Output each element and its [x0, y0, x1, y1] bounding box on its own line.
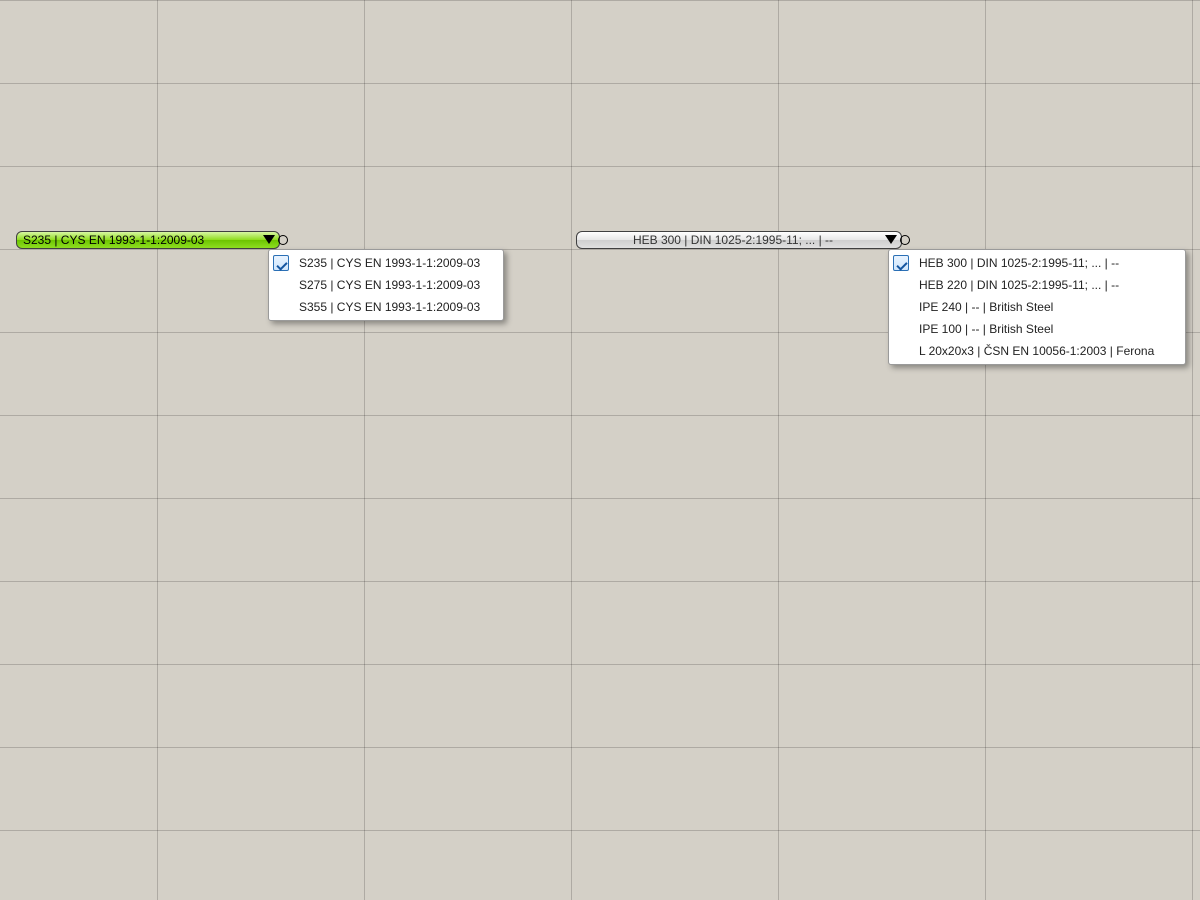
- section-node-handle[interactable]: [900, 235, 910, 245]
- section-option-label: HEB 300 | DIN 1025-2:1995-11; ... | --: [919, 256, 1119, 270]
- section-option[interactable]: HEB 300 | DIN 1025-2:1995-11; ... | --: [891, 252, 1183, 274]
- chevron-down-icon: [263, 235, 275, 244]
- section-option[interactable]: IPE 240 | -- | British Steel: [891, 296, 1183, 318]
- material-option-label: S235 | CYS EN 1993-1-1:2009-03: [299, 256, 480, 270]
- section-option-label: IPE 100 | -- | British Steel: [919, 322, 1053, 336]
- check-icon: [273, 255, 289, 271]
- material-option[interactable]: S275 | CYS EN 1993-1-1:2009-03: [271, 274, 501, 296]
- canvas-grid[interactable]: [0, 0, 1200, 900]
- section-dropdown[interactable]: HEB 300 | DIN 1025-2:1995-11; ... | --: [576, 231, 902, 249]
- section-option-label: HEB 220 | DIN 1025-2:1995-11; ... | --: [919, 278, 1119, 292]
- material-option[interactable]: S355 | CYS EN 1993-1-1:2009-03: [271, 296, 501, 318]
- material-option-label: S275 | CYS EN 1993-1-1:2009-03: [299, 278, 480, 292]
- section-dropdown-menu: HEB 300 | DIN 1025-2:1995-11; ... | -- H…: [888, 249, 1186, 365]
- section-option[interactable]: HEB 220 | DIN 1025-2:1995-11; ... | --: [891, 274, 1183, 296]
- material-option[interactable]: S235 | CYS EN 1993-1-1:2009-03: [271, 252, 501, 274]
- material-dropdown-label: S235 | CYS EN 1993-1-1:2009-03: [23, 233, 204, 247]
- material-option-label: S355 | CYS EN 1993-1-1:2009-03: [299, 300, 480, 314]
- material-dropdown[interactable]: S235 | CYS EN 1993-1-1:2009-03: [16, 231, 280, 249]
- chevron-down-icon: [885, 235, 897, 244]
- section-option-label: IPE 240 | -- | British Steel: [919, 300, 1053, 314]
- check-icon: [893, 255, 909, 271]
- material-node-handle[interactable]: [278, 235, 288, 245]
- section-option[interactable]: IPE 100 | -- | British Steel: [891, 318, 1183, 340]
- section-option[interactable]: L 20x20x3 | ČSN EN 10056-1:2003 | Ferona: [891, 340, 1183, 362]
- section-option-label: L 20x20x3 | ČSN EN 10056-1:2003 | Ferona: [919, 344, 1154, 358]
- section-dropdown-label: HEB 300 | DIN 1025-2:1995-11; ... | --: [583, 233, 883, 247]
- material-dropdown-menu: S235 | CYS EN 1993-1-1:2009-03 S275 | CY…: [268, 249, 504, 321]
